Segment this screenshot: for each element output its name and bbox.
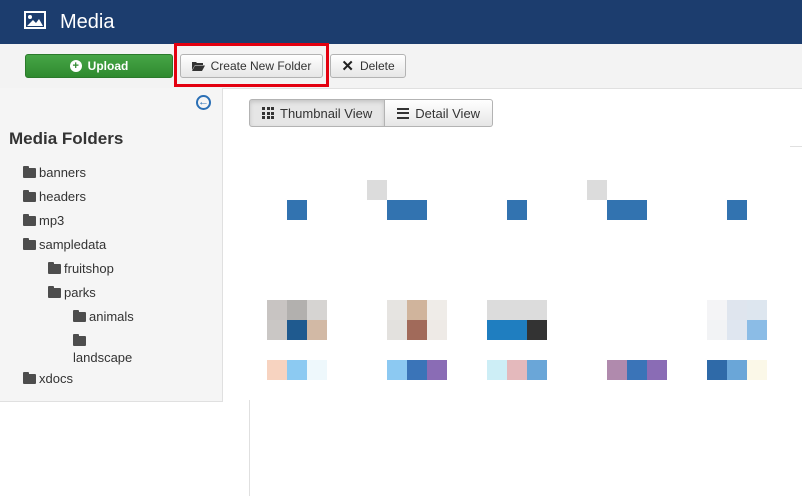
thumbnail-pixel [267,300,287,320]
divider [249,400,250,496]
thumbnail-view-label: Thumbnail View [280,105,373,121]
folder-label: animals [89,309,134,324]
thumbnail-pixel [587,180,607,200]
list-icon [397,107,410,119]
thumbnail-pixel [527,320,547,340]
folder-icon [48,285,61,298]
thumbnail-pixel [307,320,327,340]
thumbnail-pixel [487,320,507,340]
sidebar-title: Media Folders [9,129,124,148]
sidebar-item-sampledata[interactable]: sampledata [23,237,106,252]
thumbnail-pixel [287,200,307,220]
thumbnail-pixel [367,180,387,200]
thumbnail-pixel [407,320,427,340]
detail-view-label: Detail View [415,105,481,121]
thumbnail-pixel [387,200,427,220]
sidebar-item-xdocs[interactable]: xdocs [23,371,73,386]
thumbnail-pixel [727,300,747,320]
delete-button[interactable]: ✕ Delete [330,54,406,78]
thumbnail-pixel [287,320,307,340]
folder-icon [73,334,86,346]
thumbnail-pixel [307,360,327,380]
thumbnail-pixel [287,360,307,380]
divider [790,146,802,147]
folder-label: parks [64,285,96,300]
thumbnail-pixel [707,300,727,320]
thumbnail-pixel [747,360,767,380]
delete-label: Delete [359,59,395,73]
view-toggle: Thumbnail View Detail View [249,99,494,127]
thumbnail-pixel [607,200,647,220]
thumbnail-pixel [507,300,527,320]
sidebar-item-fruitshop[interactable]: fruitshop [48,261,114,276]
thumbnail-pixel [487,300,507,320]
thumbnail-pixel [727,360,747,380]
sidebar-item-banners[interactable]: banners [23,165,86,180]
thumbnail-pixel [727,320,747,340]
thumbnail-pixel [527,300,547,320]
folder-label: xdocs [39,371,73,386]
thumbnail-pixel [707,320,727,340]
thumbnail-pixel [747,320,767,340]
thumbnail-pixel [387,320,407,340]
folder-label: fruitshop [64,261,114,276]
thumbnail-pixel [507,200,527,220]
folder-icon [23,371,36,384]
thumbnail-view-button[interactable]: Thumbnail View [249,99,386,127]
thumbnail-pixel [607,360,627,380]
upload-button[interactable]: + Upload [25,54,173,78]
highlight-box [174,43,329,87]
thumbnail-pixel [267,320,287,340]
thumbnail-pixel [487,360,507,380]
sidebar-item-landscape[interactable]: landscape [73,334,133,365]
thumbnail-pixel [387,300,407,320]
folder-icon [48,261,61,274]
folder-label: sampledata [39,237,107,252]
thumbnail-pixel [267,360,287,380]
toolbar: + Upload Create New Folder ✕ Delete [0,44,802,89]
thumbnail-pixel [307,300,327,320]
sidebar-item-headers[interactable]: headers [23,189,86,204]
thumbnail-pixel [507,320,527,340]
sidebar-item-animals[interactable]: animals [73,309,134,324]
thumbnail-pixel [407,360,427,380]
image-icon [24,11,46,29]
close-icon: ✕ [341,57,354,75]
thumbnail-pixel [647,360,667,380]
folder-icon [23,237,36,250]
thumbnail-pixel [427,320,447,340]
page-title: Media [60,11,115,33]
folder-label: banners [39,165,86,180]
thumbnail-pixel [427,300,447,320]
folder-label: landscape [73,350,133,365]
app-header: Media [0,0,802,44]
thumbnail-pixel [627,360,647,380]
thumbnail-pixel [527,360,547,380]
folder-label: headers [39,189,86,204]
thumbnail-pixel [287,300,307,320]
collapse-sidebar-icon[interactable]: ← [196,95,211,110]
sidebar: ← Media Folders banners headers mp3 samp… [0,88,223,402]
plus-icon: + [69,60,82,72]
folder-icon [23,213,36,226]
thumbnail-pixel [747,300,767,320]
thumbnail-pixel [427,360,447,380]
folder-icon [73,309,86,322]
grid-icon [262,107,274,119]
sidebar-item-parks[interactable]: parks [48,285,96,300]
upload-label: Upload [87,59,129,73]
folder-icon [23,165,36,178]
sidebar-item-mp3[interactable]: mp3 [23,213,64,228]
thumbnail-pixel [727,200,747,220]
thumbnail-pixel [407,300,427,320]
thumbnail-pixel [507,360,527,380]
thumbnail-pixel [707,360,727,380]
detail-view-button[interactable]: Detail View [385,99,494,127]
folder-label: mp3 [39,213,65,228]
thumbnail-pixel [387,360,407,380]
folder-icon [23,189,36,202]
